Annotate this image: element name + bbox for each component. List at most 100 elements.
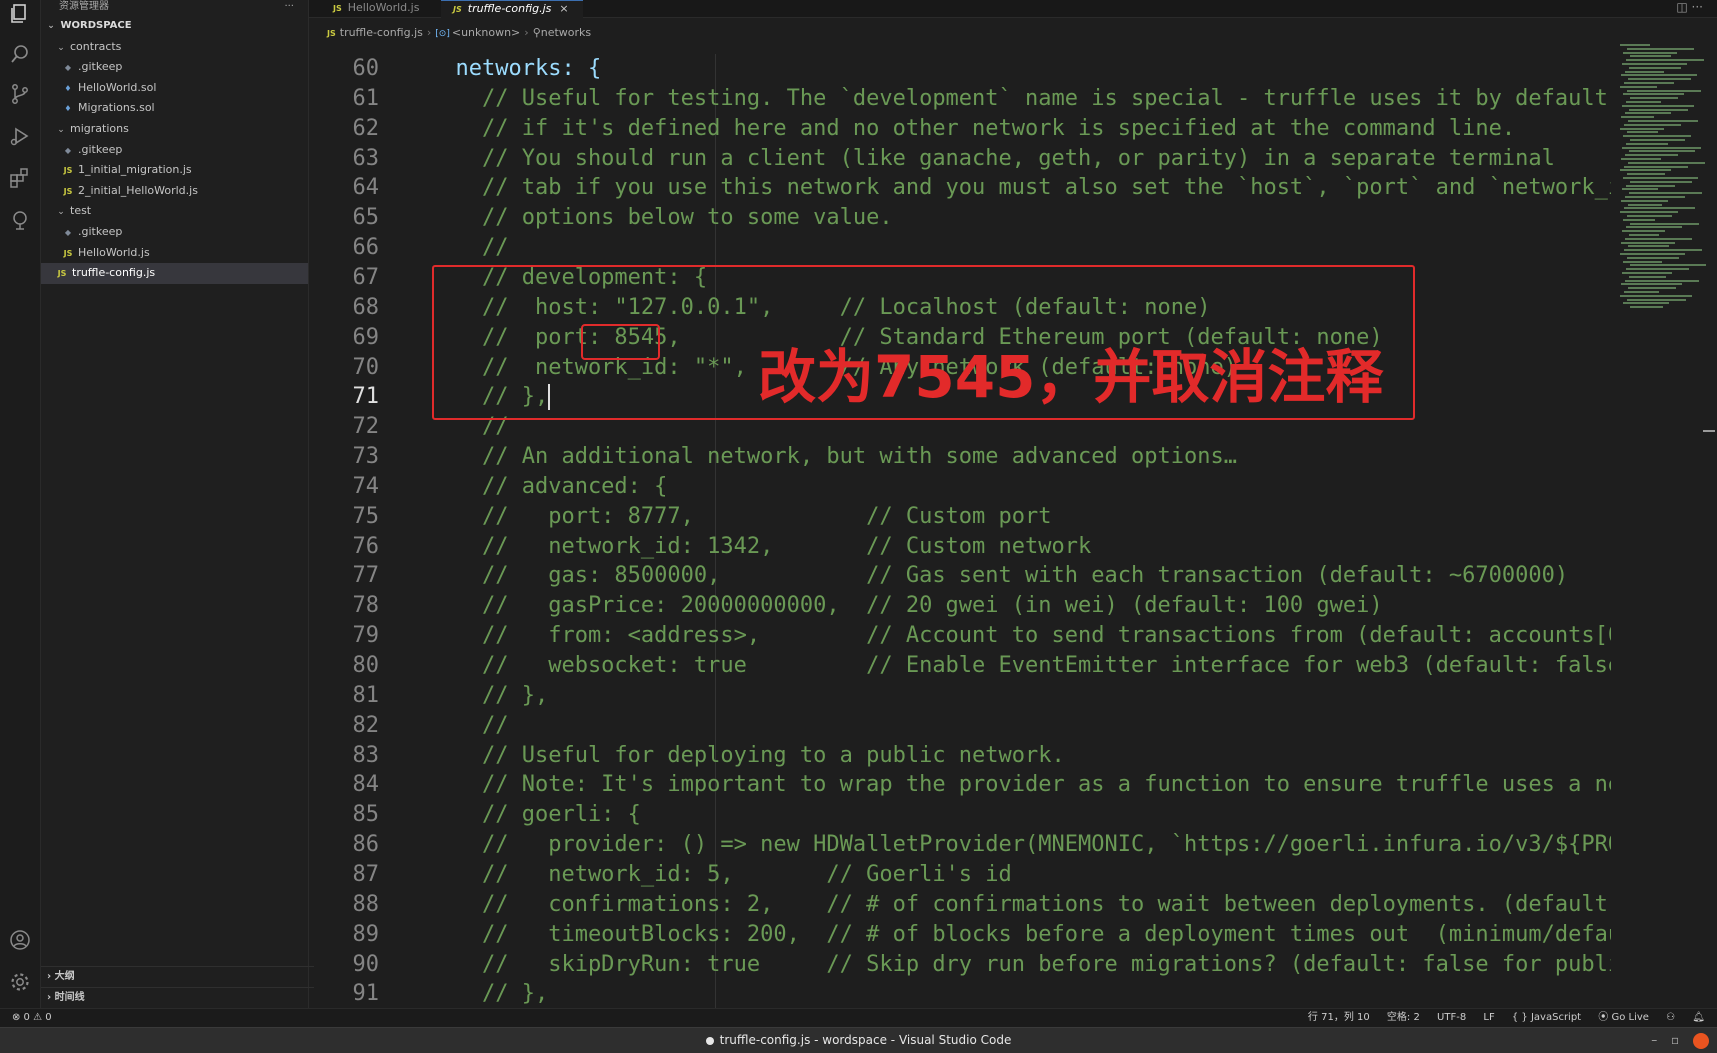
- tree-file[interactable]: JS 1_initial_migration.js: [41, 160, 308, 181]
- code-line[interactable]: 82 //: [309, 711, 1611, 741]
- activity-bar: [0, 0, 41, 1008]
- tree-file[interactable]: JS HelloWorld.js: [41, 243, 308, 264]
- maximize-icon[interactable]: ▫: [1671, 1033, 1679, 1047]
- gear-icon[interactable]: [8, 970, 32, 994]
- breadcrumb-symbol-unknown[interactable]: <unknown>: [452, 26, 520, 39]
- code-line[interactable]: 90 // skipDryRun: true // Skip dry run b…: [309, 950, 1612, 980]
- indentation-setting[interactable]: 空格: 2: [1387, 1012, 1420, 1023]
- minimap-line: [1623, 93, 1684, 96]
- workspace-header[interactable]: ⌄ WORDSPACE: [41, 16, 308, 37]
- minimap-line: [1626, 142, 1668, 145]
- minimap-line: [1621, 158, 1661, 160]
- js-file-icon: JS: [63, 166, 73, 176]
- minimap-line: [1628, 161, 1705, 164]
- tab-helloworld-js[interactable]: JS HelloWorld.js: [321, 0, 443, 17]
- code-line[interactable]: 63 // You should run a client (like gana…: [309, 144, 1611, 174]
- window-close-icon[interactable]: [1693, 1032, 1709, 1049]
- explorer-title-label: 资源管理器: [59, 1, 109, 12]
- search-icon[interactable]: [8, 42, 32, 66]
- breadcrumb-file[interactable]: truffle-config.js: [340, 26, 423, 39]
- minimize-icon[interactable]: –: [1651, 1033, 1657, 1047]
- tab-truffle-config-js[interactable]: JS truffle-config.js ×: [441, 0, 583, 18]
- encoding[interactable]: UTF-8: [1437, 1012, 1466, 1023]
- minimap-line: [1620, 253, 1685, 255]
- tree-item-label: .gitkeep: [78, 60, 123, 74]
- code-editor[interactable]: 60 networks: {61 // Useful for testing. …: [309, 54, 1611, 1008]
- language-mode[interactable]: { } JavaScript: [1512, 1012, 1581, 1023]
- code-line[interactable]: 84 // Note: It's important to wrap the p…: [309, 770, 1612, 800]
- window-title-bar: truffle-config.js - wordspace - Visual S…: [0, 1027, 1717, 1053]
- code-line[interactable]: 73 // An additional network, but with so…: [309, 442, 1611, 472]
- minimap-line: [1626, 184, 1675, 187]
- minimap-line: [1629, 108, 1688, 111]
- problems-indicator[interactable]: ⊗ 0 ⚠ 0: [12, 1009, 52, 1027]
- go-live-button[interactable]: ⦿ Go Live: [1598, 1012, 1649, 1023]
- code-line[interactable]: 64 // tab if you use this network and yo…: [309, 173, 1612, 203]
- end-of-line[interactable]: LF: [1483, 1012, 1494, 1023]
- explorer-icon[interactable]: [8, 2, 32, 26]
- tree-folder[interactable]: ⌄ migrations: [41, 119, 308, 140]
- account-icon[interactable]: [8, 928, 32, 952]
- code-line[interactable]: 85 // goerli: {: [309, 800, 1611, 830]
- scrollbar-marker[interactable]: [1703, 430, 1715, 432]
- code-line[interactable]: 83 // Useful for deploying to a public n…: [309, 741, 1611, 771]
- code-line[interactable]: 61 // Useful for testing. The `developme…: [309, 84, 1611, 114]
- timeline-section[interactable]: › 时间线: [41, 987, 314, 1008]
- tree-file[interactable]: ♦ HelloWorld.sol: [41, 78, 308, 99]
- tree-file[interactable]: ♦ Migrations.sol: [41, 98, 308, 119]
- tree-file[interactable]: JS truffle-config.js: [41, 263, 308, 284]
- code-line[interactable]: 88 // confirmations: 2, // # of confirma…: [309, 890, 1612, 920]
- tree-file[interactable]: JS 2_initial_HelloWorld.js: [41, 181, 308, 202]
- tree-file[interactable]: ◆ .gitkeep: [41, 222, 308, 243]
- line-number: 72: [352, 414, 380, 440]
- code-line[interactable]: 77 // gas: 8500000, // Gas sent with eac…: [309, 561, 1611, 591]
- source-control-icon[interactable]: [8, 82, 32, 106]
- solidity-file-icon: ♦: [64, 104, 72, 114]
- code-line[interactable]: 78 // gasPrice: 20000000000, // 20 gwei …: [309, 591, 1611, 621]
- line-number: 81: [352, 682, 380, 708]
- code-line[interactable]: 89 // timeoutBlocks: 200, // # of blocks…: [309, 920, 1612, 950]
- close-icon[interactable]: ×: [559, 2, 568, 15]
- code-line[interactable]: 66 //: [309, 233, 1611, 263]
- code-line[interactable]: 79 // from: <address>, // Account to sen…: [309, 621, 1612, 651]
- outline-section[interactable]: › 大纲: [41, 966, 314, 987]
- cursor-position[interactable]: 行 71，列 10: [1308, 1012, 1370, 1023]
- minimap-line: [1621, 241, 1675, 244]
- solidity-file-icon: ♦: [64, 83, 72, 93]
- chevron-down-icon: ⌄: [47, 21, 55, 31]
- account-status-icon[interactable]: ⚇: [1666, 1012, 1675, 1023]
- code-line[interactable]: 62 // if it's defined here and no other …: [309, 114, 1611, 144]
- minimap-line: [1626, 59, 1704, 62]
- code-line[interactable]: 76 // network_id: 1342, // Custom networ…: [309, 532, 1611, 562]
- tree-folder[interactable]: ⌄ test: [41, 201, 308, 222]
- code-line[interactable]: 65 // options below to some value.: [309, 203, 1611, 233]
- code-line[interactable]: 91 // },: [309, 979, 1611, 1008]
- explorer-sidebar: 资源管理器 ··· ⌄ WORDSPACE ⌄ contracts ◆ .gitkee…: [41, 0, 314, 1008]
- tree-file[interactable]: ◆ .gitkeep: [41, 57, 308, 78]
- code-line[interactable]: 75 // port: 8777, // Custom port: [309, 502, 1611, 532]
- code-line[interactable]: 81 // },: [309, 681, 1611, 711]
- code-text: // gasPrice: 20000000000, // 20 gwei (in…: [429, 593, 1383, 619]
- minimap-line: [1628, 78, 1691, 81]
- tree-folder[interactable]: ⌄ contracts: [41, 37, 308, 58]
- extensions-icon[interactable]: [8, 166, 32, 190]
- minimap-line: [1630, 264, 1706, 267]
- bell-icon[interactable]: 🔔︎: [1692, 1012, 1705, 1023]
- code-line[interactable]: 80 // websocket: true // Enable EventEmi…: [309, 651, 1612, 681]
- code-line[interactable]: 74 // advanced: {: [309, 472, 1611, 502]
- tree-file[interactable]: ◆ .gitkeep: [41, 140, 308, 161]
- more-actions-icon[interactable]: ···: [284, 0, 294, 14]
- code-line[interactable]: 86 // provider: () => new HDWalletProvid…: [309, 830, 1612, 860]
- run-debug-icon[interactable]: [8, 124, 32, 148]
- minimap-line: [1629, 234, 1659, 236]
- breadcrumb-symbol-networks[interactable]: networks: [541, 26, 591, 39]
- unsaved-dot-icon: [705, 1036, 714, 1045]
- remote-explorer-icon[interactable]: [8, 208, 32, 232]
- split-editor-icon[interactable]: ◫ ···: [1676, 0, 1703, 14]
- code-line[interactable]: 87 // network_id: 5, // Goerli's id: [309, 860, 1611, 890]
- code-text: // tab if you use this network and you m…: [429, 175, 1611, 201]
- line-number: 64: [352, 175, 380, 201]
- code-line[interactable]: 60 networks: {: [309, 54, 1611, 84]
- minimap-line: [1622, 188, 1658, 191]
- minimap[interactable]: [1620, 44, 1710, 314]
